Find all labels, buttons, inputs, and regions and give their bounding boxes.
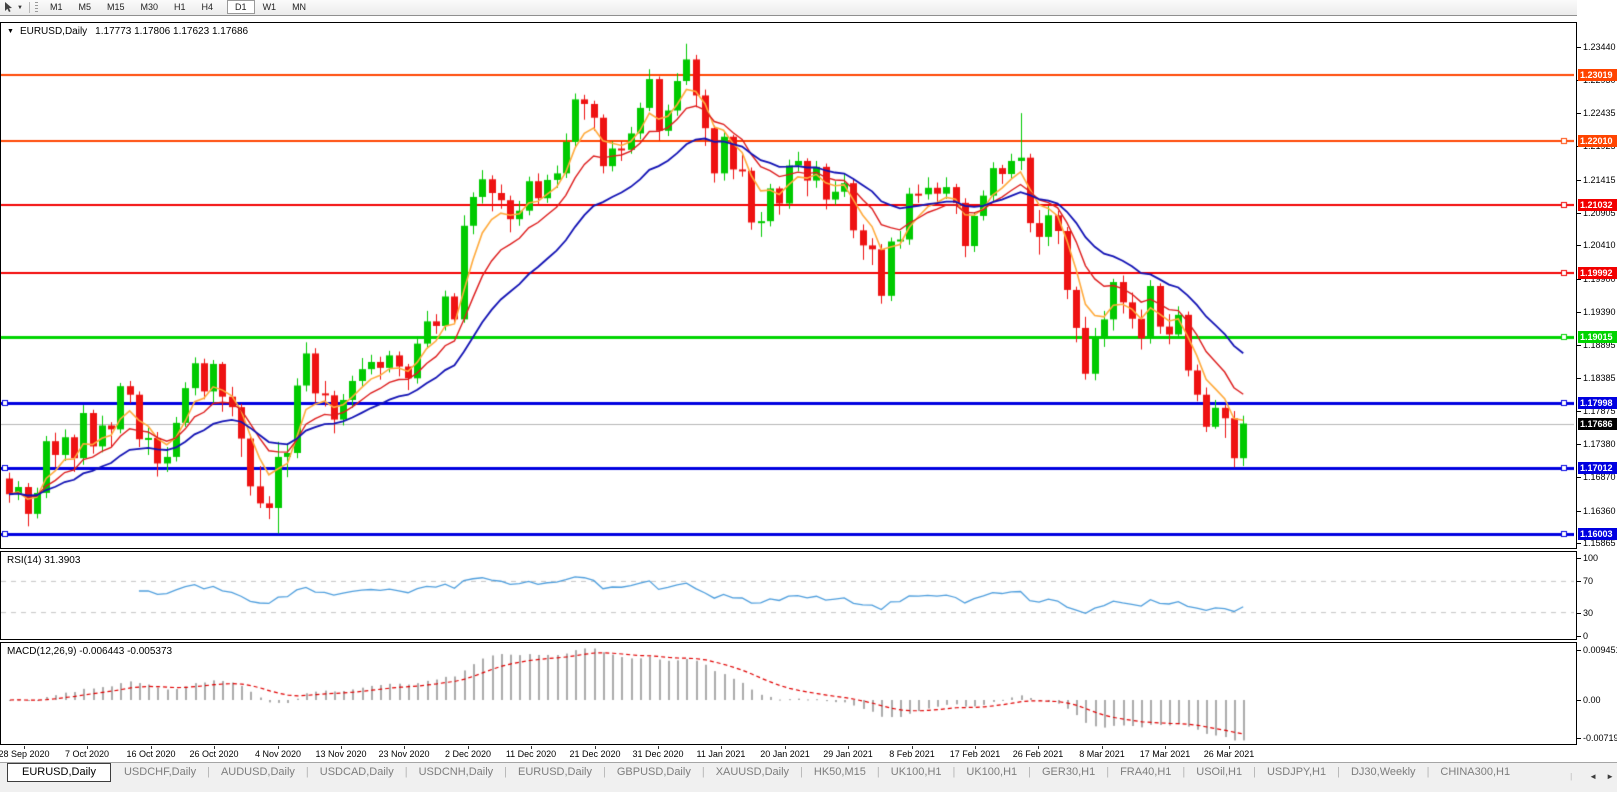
price-chart-pane[interactable]: ▼ EURUSD,Daily 1.17773 1.17806 1.17623 1.1…: [0, 22, 1577, 549]
date-label: 4 Nov 2020: [255, 749, 301, 759]
level-price-label: 1.17998: [1578, 397, 1617, 409]
chart-title: ▼ EURUSD,Daily 1.17773 1.17806 1.17623 1.1…: [7, 26, 248, 37]
macd-scale-tick: 0.009451: [1577, 645, 1617, 656]
date-label: 16 Oct 2020: [126, 749, 175, 759]
chart-tab-eurusd-daily[interactable]: EURUSD,Daily: [507, 763, 603, 782]
chart-tab-audusd-daily[interactable]: AUDUSD,Daily: [210, 763, 306, 782]
date-label: 31 Dec 2020: [632, 749, 683, 759]
chart-tab-ger30-h1[interactable]: GER30,H1: [1031, 763, 1106, 782]
timeframe-button-m1[interactable]: M1: [42, 0, 71, 14]
chart-tab-dj30-weekly[interactable]: DJ30,Weekly: [1340, 763, 1427, 782]
chart-symbol: EURUSD,Daily: [20, 26, 87, 37]
date-label: 2 Dec 2020: [445, 749, 491, 759]
price-tick: 1.22435: [1577, 108, 1617, 119]
date-axis[interactable]: 28 Sep 2020 7 Oct 2020 16 Oct 2020 26 Oct 2…: [0, 746, 1577, 761]
price-tick: 1.23440: [1577, 42, 1617, 53]
rsi-scale-tick: 0: [1577, 631, 1617, 642]
tab-separator: |: [1570, 767, 1572, 786]
level-price-label: 1.19992: [1578, 267, 1617, 279]
chart-tab-bar: EURUSD,DailyUSDCHF,Daily|AUDUSD,Daily|US…: [0, 762, 1617, 792]
macd-scale-tick: -0.00719: [1577, 733, 1617, 744]
level-price-label: 1.21032: [1578, 199, 1617, 211]
chart-tab-usdjpy-h1[interactable]: USDJPY,H1: [1256, 763, 1337, 782]
chart-tab-usdcnh-daily[interactable]: USDCNH,Daily: [408, 763, 505, 782]
date-label: 26 Mar 2021: [1204, 749, 1255, 759]
chart-tab-xauusd-daily[interactable]: XAUUSD,Daily: [705, 763, 800, 782]
date-label: 17 Mar 2021: [1140, 749, 1191, 759]
date-label: 26 Oct 2020: [189, 749, 238, 759]
date-label: 28 Sep 2020: [0, 749, 50, 759]
date-label: 26 Feb 2021: [1013, 749, 1064, 759]
rsi-label: RSI(14) 31.3903: [7, 555, 80, 566]
timeframe-button-m30[interactable]: M30: [133, 0, 167, 14]
cursor-tool-icon[interactable]: [3, 2, 16, 13]
timeframe-button-mn[interactable]: MN: [284, 0, 314, 14]
date-label: 13 Nov 2020: [315, 749, 366, 759]
date-label: 23 Nov 2020: [378, 749, 429, 759]
rsi-scale-tick: 70: [1577, 576, 1617, 587]
chart-tab-usoil-h1[interactable]: USOil,H1: [1185, 763, 1253, 782]
date-label: 7 Oct 2020: [65, 749, 109, 759]
date-label: 20 Jan 2021: [760, 749, 810, 759]
timeframe-button-w1[interactable]: W1: [255, 0, 285, 14]
current-price-label: 1.17686: [1578, 418, 1617, 430]
macd-pane[interactable]: MACD(12,26,9) -0.006443 -0.005373: [0, 642, 1577, 745]
chart-tab-fra40-h1[interactable]: FRA40,H1: [1109, 763, 1182, 782]
rsi-scale-tick: 30: [1577, 608, 1617, 619]
timeframe-button-m5[interactable]: M5: [70, 0, 99, 14]
price-axis[interactable]: 1.234401.229301.224351.219251.214151.209…: [1577, 0, 1617, 791]
chart-tab-uk100-h1[interactable]: UK100,H1: [955, 763, 1028, 782]
chart-tab-usdcad-daily[interactable]: USDCAD,Daily: [309, 763, 405, 782]
rsi-canvas: [1, 552, 1574, 637]
chart-tab-hk50-m15[interactable]: HK50,M15: [803, 763, 877, 782]
level-price-label: 1.16003: [1578, 528, 1617, 540]
price-tick: 1.21415: [1577, 175, 1617, 186]
timeframe-button-m15[interactable]: M15: [99, 0, 133, 14]
date-label: 11 Dec 2020: [506, 749, 556, 759]
chart-tab-gbpusd-daily[interactable]: GBPUSD,Daily: [606, 763, 702, 782]
trading-terminal: ▼ M1M5M15M30H1H4 D1W1MN ▼ EURUSD,Daily 1.17…: [0, 0, 1617, 791]
candlestick-canvas[interactable]: [1, 23, 1574, 546]
timeframe-buttons: M1M5M15M30H1H4 D1W1MN: [42, 2, 320, 13]
chart-ohlc: 1.17773 1.17806 1.17623 1.17686: [95, 26, 248, 37]
level-price-label: 1.23019: [1578, 69, 1617, 81]
macd-scale-tick: 0.00: [1577, 695, 1617, 706]
date-label: 8 Feb 2021: [889, 749, 935, 759]
toolbar-separator: [29, 2, 30, 13]
chart-tab-eurusd-daily[interactable]: EURUSD,Daily: [7, 763, 111, 782]
price-tick: 1.17380: [1577, 439, 1617, 450]
price-tick: 1.20410: [1577, 240, 1617, 251]
tab-scroll-right-icon[interactable]: ►: [1606, 772, 1614, 781]
price-tick: 1.18385: [1577, 373, 1617, 384]
date-label: 21 Dec 2020: [569, 749, 620, 759]
price-tick: 1.16360: [1577, 506, 1617, 517]
tab-scroll-left-icon[interactable]: ◄: [1589, 772, 1597, 781]
date-label: 11 Jan 2021: [697, 749, 746, 759]
rsi-pane[interactable]: RSI(14) 31.3903: [0, 551, 1577, 640]
chart-tab-china300-h1[interactable]: CHINA300,H1: [1429, 763, 1521, 782]
tab-scroll-controls: | ◄ ►: [1570, 767, 1614, 786]
level-price-label: 1.19015: [1578, 331, 1617, 343]
timeframe-button-h1[interactable]: H1: [166, 0, 194, 14]
level-price-label: 1.22010: [1578, 135, 1617, 147]
cursor-dropdown-icon[interactable]: ▼: [17, 5, 23, 11]
timeframe-toolbar: ▼ M1M5M15M30H1H4 D1W1MN: [0, 0, 1617, 16]
date-label: 17 Feb 2021: [950, 749, 1001, 759]
timeframe-button-d1[interactable]: D1: [227, 0, 255, 14]
chart-tab-usdchf-daily[interactable]: USDCHF,Daily: [113, 763, 207, 782]
macd-label: MACD(12,26,9) -0.006443 -0.005373: [7, 646, 172, 657]
date-label: 8 Mar 2021: [1079, 749, 1125, 759]
chart-tab-uk100-h1[interactable]: UK100,H1: [880, 763, 953, 782]
rsi-scale-tick: 100: [1577, 553, 1617, 564]
price-tick: 1.19390: [1577, 307, 1617, 318]
macd-canvas: [1, 643, 1574, 742]
chart-expand-icon[interactable]: ▼: [7, 28, 14, 35]
level-price-label: 1.17012: [1578, 462, 1617, 474]
date-label: 29 Jan 2021: [823, 749, 873, 759]
timeframe-button-h4[interactable]: H4: [194, 0, 222, 14]
toolbar-grip[interactable]: [35, 2, 38, 13]
